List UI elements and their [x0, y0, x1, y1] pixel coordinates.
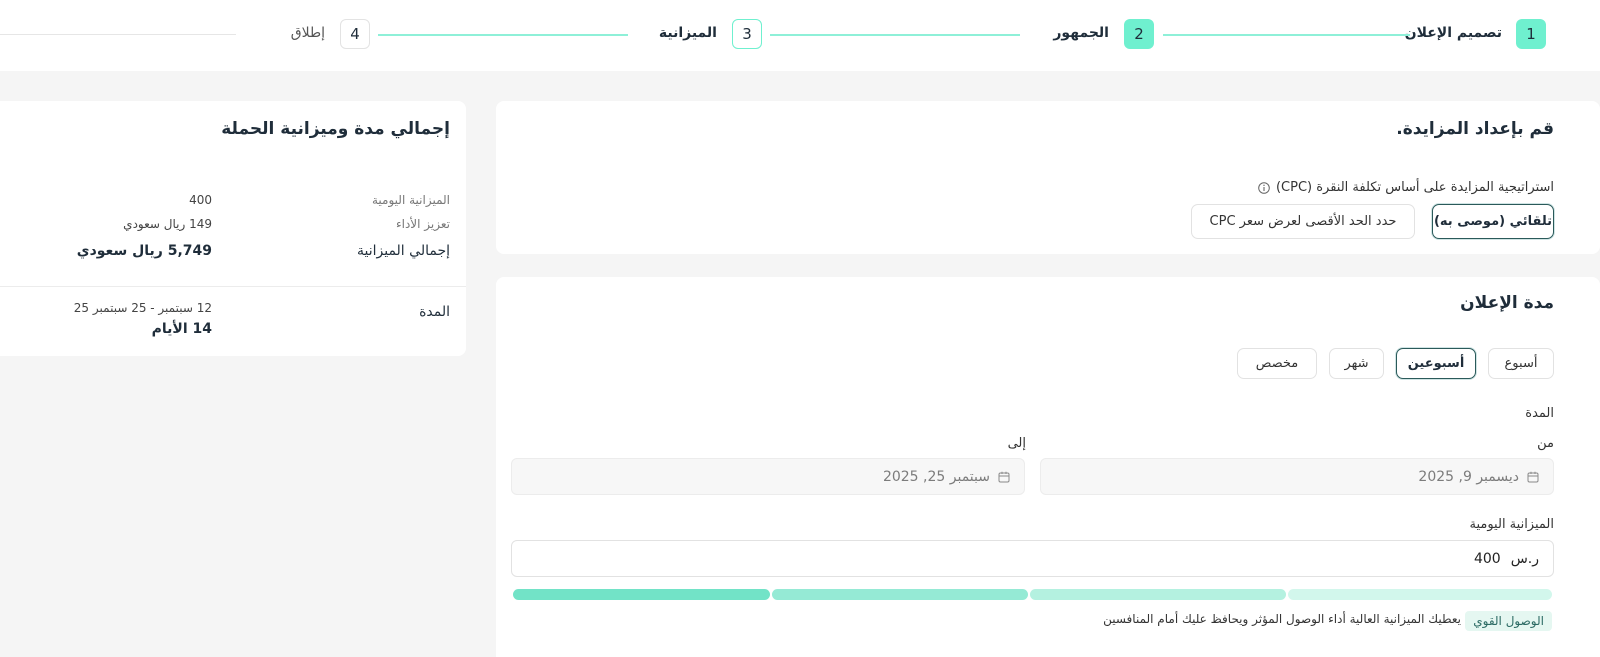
summary-duration-label: المدة [419, 304, 450, 320]
daily-budget-label: الميزانية اليومية [1469, 517, 1554, 532]
summary-duration-range: 12 سبتمبر - 25 سبتمبر 25 [73, 301, 212, 315]
progress-stepper: 1 تصميم الإعلان 2 الجمهور 3 الميزانية 4 … [0, 0, 1600, 71]
preset-month-button[interactable]: شهر [1329, 348, 1384, 379]
step-4-label[interactable]: إطلاق [291, 25, 325, 41]
from-label: من [1537, 436, 1554, 451]
step-connector-3 [378, 34, 628, 36]
strength-segment-1 [1288, 589, 1552, 600]
preset-week-button[interactable]: أسبوع [1488, 348, 1554, 379]
from-date-field[interactable]: ديسمبر 9, 2025 [1040, 458, 1554, 495]
summary-daily-budget-value: 400 [189, 193, 212, 207]
step-connector-4 [0, 34, 236, 35]
to-date-field[interactable]: سبتمبر 25, 2025 [511, 458, 1025, 495]
reach-badge: الوصول القوي [1465, 611, 1552, 631]
currency-label: ر.س [1510, 550, 1539, 567]
info-icon[interactable] [1258, 181, 1270, 194]
reach-note: يعطيك الميزانية العالية أداء الوصول المؤ… [1103, 612, 1461, 626]
step-2-number[interactable]: 2 [1124, 19, 1154, 49]
step-4-number[interactable]: 4 [340, 19, 370, 49]
bidding-strategy-label: استراتيجية المزايدة على أساس تكلفة النقر… [1275, 180, 1554, 195]
bidding-strategy-row: استراتيجية المزايدة على أساس تكلفة النقر… [1258, 180, 1554, 195]
step-3-label[interactable]: الميزانية [659, 25, 717, 41]
calendar-icon [998, 471, 1010, 482]
duration-title: مدة الإعلان [1460, 293, 1554, 313]
summary-card: إجمالي مدة وميزانية الحملة الميزانية الي… [0, 101, 466, 356]
period-label: المدة [1525, 406, 1554, 421]
summary-total-value: 5,749 ريال سعودي [76, 243, 212, 259]
step-1-label[interactable]: تصميم الإعلان [1405, 25, 1502, 41]
summary-daily-budget-label: الميزانية اليومية [371, 193, 450, 207]
auto-bid-option[interactable]: تلقائي (موصى به) [1432, 204, 1554, 239]
duration-card: مدة الإعلان أسبوع أسبوعين شهر مخصص المدة… [496, 277, 1600, 657]
bidding-title: قم بإعداد المزايدة. [1396, 119, 1554, 139]
summary-total-label: إجمالي الميزانية [356, 243, 450, 259]
daily-budget-value: 400 [1473, 550, 1501, 567]
to-label: إلى [1007, 436, 1026, 451]
step-2-label[interactable]: الجمهور [1053, 25, 1109, 41]
summary-title: إجمالي مدة وميزانية الحملة [221, 119, 450, 139]
preset-custom-button[interactable]: مخصص [1237, 348, 1317, 379]
step-connector-2 [770, 34, 1020, 36]
summary-boost-value: 149 ريال سعودي [123, 217, 212, 231]
step-3-number[interactable]: 3 [732, 19, 762, 49]
strength-segment-4 [513, 589, 770, 600]
max-cpc-option[interactable]: حدد الحد الأقصى لعرض سعر CPC [1191, 204, 1415, 239]
bidding-card: قم بإعداد المزايدة. استراتيجية المزايدة … [496, 101, 1600, 254]
summary-divider [0, 286, 466, 287]
summary-duration-days: 14 الأيام [151, 321, 212, 337]
from-date-value: ديسمبر 9, 2025 [1418, 468, 1519, 485]
calendar-icon [1527, 471, 1539, 482]
summary-boost-label: تعزيز الأداء [395, 217, 450, 231]
preset-two-weeks-button[interactable]: أسبوعين [1396, 348, 1476, 379]
to-date-value: سبتمبر 25, 2025 [882, 468, 990, 485]
step-1-number[interactable]: 1 [1516, 19, 1546, 49]
strength-segment-3 [772, 589, 1028, 600]
daily-budget-input[interactable]: ر.س 400 [511, 540, 1554, 577]
step-connector-1 [1163, 34, 1410, 36]
strength-segment-2 [1030, 589, 1286, 600]
